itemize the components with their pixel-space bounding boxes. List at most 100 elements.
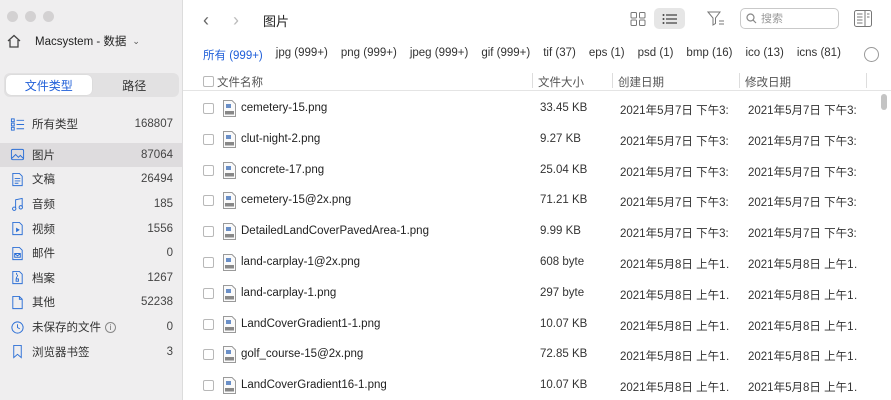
- row-checkbox[interactable]: [203, 164, 214, 176]
- category-all-types[interactable]: 所有类型 168807: [0, 112, 183, 137]
- tab-extension[interactable]: 所有 (999+): [203, 47, 263, 63]
- column-divider[interactable]: [532, 73, 533, 88]
- category-mail[interactable]: 邮件 0: [0, 241, 183, 266]
- list-view-button[interactable]: [654, 8, 685, 29]
- table-row[interactable]: land-carplay-1.png 297 byte 2021年5月8日 上午1……: [183, 279, 879, 310]
- file-size: 608 byte: [540, 255, 585, 268]
- home-icon: [7, 34, 21, 48]
- file-size: 10.07 KB: [540, 379, 588, 392]
- grid-view-icon[interactable]: [629, 11, 647, 27]
- column-divider[interactable]: [612, 73, 613, 88]
- segment-path[interactable]: 路径: [92, 75, 178, 95]
- png-file-icon: [223, 253, 236, 271]
- category-list: 所有类型 168807 图片 87064 文稿 26494 音频 185 视频 …: [0, 112, 183, 364]
- category-video[interactable]: 视频 1556: [0, 216, 183, 241]
- category-count: 0: [166, 247, 173, 260]
- more-tabs-button[interactable]: [864, 47, 879, 62]
- list-view-icon: [662, 13, 677, 24]
- category-documents[interactable]: 文稿 26494: [0, 167, 183, 192]
- column-divider[interactable]: [866, 73, 867, 88]
- search-box[interactable]: [740, 8, 839, 29]
- account-name: Macsystem - 数据: [35, 36, 127, 48]
- search-input[interactable]: [761, 12, 831, 25]
- preview-panel-icon[interactable]: [853, 9, 873, 28]
- minimize-window-button[interactable]: [25, 11, 36, 22]
- column-header-modified[interactable]: 修改日期: [745, 74, 791, 90]
- info-icon[interactable]: i: [105, 321, 116, 333]
- file-size: 72.85 KB: [540, 348, 588, 361]
- table-row[interactable]: cemetery-15@2x.png 71.21 KB 2021年5月7日 下午3:…: [183, 186, 879, 217]
- table-row[interactable]: DetailedLandCoverPavedArea-1.png 9.99 KB 2…: [183, 217, 879, 248]
- category-browser-bookmarks[interactable]: 浏览器书签 3: [0, 339, 183, 364]
- row-checkbox[interactable]: [203, 133, 214, 145]
- table-row[interactable]: concrete-17.png 25.04 KB 2021年5月7日 下午3:… 20…: [183, 156, 879, 187]
- category-unsaved-files[interactable]: 未保存的文件 i 0: [0, 315, 183, 340]
- category-images[interactable]: 图片 87064: [0, 142, 183, 168]
- row-checkbox[interactable]: [203, 380, 214, 392]
- close-window-button[interactable]: [7, 11, 18, 22]
- row-checkbox[interactable]: [203, 318, 214, 330]
- category-count: 168807: [134, 118, 173, 131]
- table-row[interactable]: clut-night-2.png 9.27 KB 2021年5月7日 下午3:… 20…: [183, 125, 879, 156]
- filter-icon[interactable]: [707, 10, 725, 27]
- column-header-name[interactable]: 文件名称: [217, 74, 263, 90]
- row-checkbox[interactable]: [203, 349, 214, 361]
- column-header-created[interactable]: 创建日期: [618, 74, 664, 90]
- tab-extension[interactable]: tif (37): [543, 47, 576, 63]
- category-archives[interactable]: 档案 1267: [0, 266, 183, 291]
- row-checkbox[interactable]: [203, 256, 214, 268]
- category-label: 邮件: [32, 248, 55, 261]
- row-checkbox[interactable]: [203, 226, 214, 238]
- category-count: 87064: [141, 148, 173, 161]
- tab-extension[interactable]: png (999+): [341, 47, 397, 63]
- segment-file-type[interactable]: 文件类型: [6, 75, 92, 95]
- category-other[interactable]: 其他 52238: [0, 290, 183, 315]
- table-row[interactable]: cemetery-15.png 33.45 KB 2021年5月7日 下午3:… 20…: [183, 94, 879, 125]
- tab-extension[interactable]: psd (1): [638, 47, 674, 63]
- file-name: LandCoverGradient1-1.png: [241, 317, 381, 330]
- view-mode-segmented-control: 文件类型 路径: [4, 73, 179, 97]
- table-row[interactable]: LandCoverGradient16-1.png 10.07 KB 2021年5月…: [183, 371, 879, 400]
- modified-date: 2021年5月7日 下午3:…: [748, 105, 858, 117]
- row-checkbox[interactable]: [203, 287, 214, 299]
- created-date: 2021年5月7日 下午3:…: [620, 105, 730, 117]
- back-button[interactable]: ‹: [203, 10, 209, 31]
- scrollbar-thumb[interactable]: [881, 94, 887, 110]
- file-size: 71.21 KB: [540, 194, 588, 207]
- image-icon: [9, 147, 25, 163]
- row-checkbox[interactable]: [203, 103, 214, 114]
- category-label: 所有类型: [32, 119, 78, 132]
- tab-extension[interactable]: jpg (999+): [276, 47, 328, 63]
- file-list: cemetery-15.png 33.45 KB 2021年5月7日 下午3:… 20…: [183, 94, 879, 400]
- category-label: 未保存的文件 i: [32, 319, 167, 335]
- forward-button[interactable]: ›: [233, 10, 239, 31]
- file-size: 10.07 KB: [540, 317, 588, 330]
- column-divider[interactable]: [739, 73, 740, 88]
- row-checkbox[interactable]: [203, 195, 214, 207]
- file-size: 33.45 KB: [540, 102, 588, 114]
- file-name: cemetery-15.png: [241, 102, 328, 114]
- modified-date: 2021年5月7日 下午3:…: [748, 197, 858, 210]
- chevron-down-icon: ⌄: [132, 35, 140, 46]
- grid-list-icon: [9, 116, 25, 132]
- modified-date: 2021年5月7日 下午3:…: [748, 166, 858, 179]
- select-all-checkbox[interactable]: [203, 76, 214, 87]
- created-date: 2021年5月7日 下午3:…: [620, 166, 730, 179]
- tab-extension[interactable]: bmp (16): [686, 47, 732, 63]
- account-selector[interactable]: Macsystem - 数据 ⌄: [6, 30, 174, 52]
- zoom-window-button[interactable]: [43, 11, 54, 22]
- tab-extension[interactable]: eps (1): [589, 47, 625, 63]
- table-row[interactable]: land-carplay-1@2x.png 608 byte 2021年5月8日 上…: [183, 248, 879, 279]
- tab-extension[interactable]: icns (81): [797, 47, 841, 63]
- toolbar: ‹ › 图片: [183, 0, 891, 40]
- category-count: 185: [153, 198, 173, 211]
- column-header-size[interactable]: 文件大小: [538, 74, 584, 90]
- tab-extension[interactable]: gif (999+): [481, 47, 530, 63]
- tab-extension[interactable]: jpeg (999+): [410, 47, 469, 63]
- table-row[interactable]: golf_course-15@2x.png 72.85 KB 2021年5月8日 上…: [183, 340, 879, 371]
- vertical-scrollbar[interactable]: [880, 92, 888, 392]
- created-date: 2021年5月8日 上午1…: [620, 351, 730, 364]
- table-row[interactable]: LandCoverGradient1-1.png 10.07 KB 2021年5月8…: [183, 310, 879, 341]
- category-audio[interactable]: 音频 185: [0, 192, 183, 217]
- tab-extension[interactable]: ico (13): [745, 47, 783, 63]
